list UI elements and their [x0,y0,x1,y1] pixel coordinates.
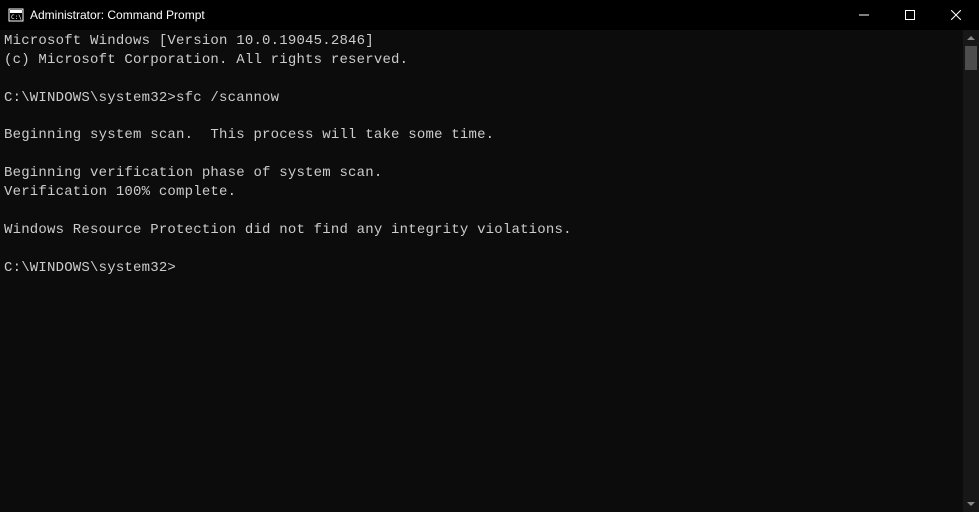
window-controls [841,0,979,30]
maximize-button[interactable] [887,0,933,30]
blank-line [4,240,959,259]
minimize-button[interactable] [841,0,887,30]
vertical-scrollbar[interactable] [963,30,979,512]
scroll-down-arrow-icon[interactable] [963,496,979,512]
output-line: (c) Microsoft Corporation. All rights re… [4,51,959,70]
output-line: Microsoft Windows [Version 10.0.19045.28… [4,32,959,51]
current-prompt-line: C:\WINDOWS\system32> [4,259,959,278]
output-line: Beginning verification phase of system s… [4,164,959,183]
output-line: Verification 100% complete. [4,183,959,202]
svg-text:C:\: C:\ [11,14,22,21]
blank-line [4,202,959,221]
terminal-area: Microsoft Windows [Version 10.0.19045.28… [0,30,979,512]
command-line: C:\WINDOWS\system32>sfc /scannow [4,89,959,108]
window-title: Administrator: Command Prompt [30,8,205,22]
close-button[interactable] [933,0,979,30]
typed-command: sfc /scannow [176,90,279,106]
title-bar[interactable]: C:\ Administrator: Command Prompt [0,0,979,30]
cmd-icon: C:\ [8,7,24,23]
terminal-output[interactable]: Microsoft Windows [Version 10.0.19045.28… [0,30,963,512]
blank-line [4,108,959,127]
blank-line [4,70,959,89]
scroll-thumb[interactable] [965,46,977,70]
prompt: C:\WINDOWS\system32> [4,90,176,106]
output-line: Beginning system scan. This process will… [4,126,959,145]
blank-line [4,145,959,164]
prompt: C:\WINDOWS\system32> [4,260,176,276]
title-left: C:\ Administrator: Command Prompt [8,7,205,23]
scroll-up-arrow-icon[interactable] [963,30,979,46]
output-line: Windows Resource Protection did not find… [4,221,959,240]
